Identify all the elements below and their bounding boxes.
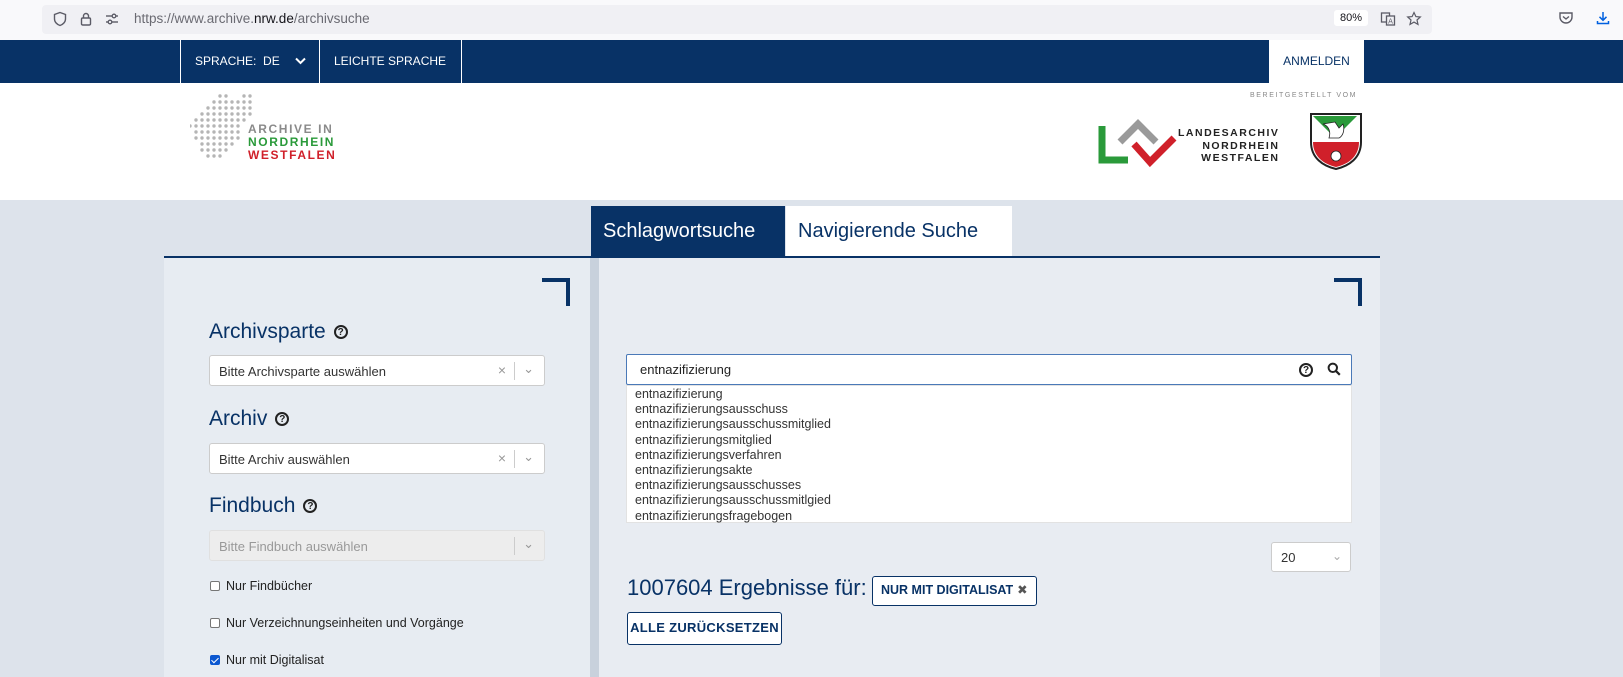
la-text-line1: LANDESARCHIV	[1178, 127, 1280, 139]
help-icon[interactable]: ?	[303, 499, 318, 514]
select-separator	[514, 537, 515, 555]
suggestion-item[interactable]: entnazifizierungsausschussmitlgied	[635, 493, 1351, 508]
select-separator	[514, 362, 515, 380]
tab-keyword-search[interactable]: Schlagwortsuche	[591, 206, 785, 257]
search-input[interactable]: entnazifizierung ?	[626, 354, 1352, 385]
checkbox-label: Nur mit Digitalisat	[226, 653, 324, 667]
archivsparte-placeholder: Bitte Archivsparte auswählen	[219, 364, 386, 379]
reset-all-button[interactable]: ALLE ZURÜCKSETZEN	[627, 612, 782, 645]
page-size-select[interactable]: 20 ⌄	[1271, 542, 1351, 572]
la-text-line3: WESTFALEN	[1201, 152, 1280, 164]
tab-navigating-search[interactable]: Navigierende Suche	[786, 206, 1012, 257]
remove-filter-icon[interactable]: ✖	[1017, 583, 1027, 597]
findbuch-heading: Findbuch?	[209, 494, 318, 518]
suggestion-item[interactable]: entnazifizierungsmitglied	[635, 433, 1351, 448]
suggestion-item[interactable]: entnazifizierungsausschussmitglied	[635, 417, 1351, 432]
lav-mark-graphic	[1098, 119, 1177, 168]
search-value: entnazifizierung	[640, 362, 732, 377]
suggestion-item[interactable]: entnazifizierungsakte	[635, 463, 1351, 478]
suggestion-item[interactable]: entnazifizierung	[635, 387, 1351, 402]
la-text-line2: NORDRHEIN	[1202, 139, 1280, 152]
shield-icon[interactable]	[52, 11, 68, 27]
checkbox-only-findbuecher[interactable]: Nur Findbücher	[210, 579, 312, 593]
provided-by-label: BEREITGESTELLT VOM	[1250, 92, 1358, 99]
language-value: DE	[263, 54, 280, 68]
easy-language-link[interactable]: LEICHTE SPRACHE	[319, 40, 462, 83]
checkbox-only-digitalisat[interactable]: Nur mit Digitalisat	[210, 653, 324, 667]
nrw-coat-of-arms-icon	[1310, 113, 1362, 170]
checkbox-label: Nur Findbücher	[226, 579, 313, 593]
clear-icon[interactable]: ×	[498, 450, 506, 466]
checkbox-only-verzeichnungseinheiten[interactable]: Nur Verzeichnungseinheiten und Vorgänge	[210, 616, 464, 630]
checkbox[interactable]	[210, 581, 220, 591]
svg-text:A: A	[1388, 18, 1393, 26]
archivsparte-heading: Archivsparte?	[209, 320, 348, 344]
suggestion-item[interactable]: entnazifizierungsausschusses	[635, 478, 1351, 493]
chevron-down-icon[interactable]: ⌄	[1332, 549, 1342, 563]
chevron-down-icon[interactable]: ⌄	[523, 449, 534, 465]
translate-icon[interactable]: A	[1380, 11, 1396, 27]
checkbox-label: Nur Verzeichnungseinheiten und Vorgänge	[226, 616, 464, 630]
autocomplete-dropdown: entnazifizierung entnazifizierungsausschu…	[626, 385, 1352, 523]
archivsparte-label: Archivsparte	[209, 320, 326, 343]
select-separator	[514, 450, 515, 468]
zoom-level-badge[interactable]: 80%	[1333, 10, 1368, 26]
checkbox-checked[interactable]	[210, 655, 220, 665]
bookmark-star-icon[interactable]	[1406, 11, 1422, 27]
logo-text-line3: WESTFALEN	[248, 148, 337, 162]
browser-toolbar: https://www.archive.nrw.de/archivsuche 8…	[0, 0, 1623, 40]
address-bar[interactable]: https://www.archive.nrw.de/archivsuche 8…	[42, 5, 1432, 34]
active-filter-label: NUR MIT DIGITALISAT	[881, 583, 1014, 597]
archiv-placeholder: Bitte Archiv auswählen	[219, 452, 350, 467]
findbuch-select: Bitte Findbuch auswählen ⌄	[209, 530, 545, 561]
findbuch-label: Findbuch	[209, 494, 296, 517]
search-help-icon[interactable]: ?	[1299, 363, 1313, 377]
page-size-value: 20	[1281, 550, 1296, 565]
findbuch-placeholder: Bitte Findbuch auswählen	[219, 539, 368, 554]
suggestion-item[interactable]: entnazifizierungsfragebogen	[635, 509, 1351, 524]
download-icon[interactable]	[1595, 10, 1611, 30]
archivsparte-select[interactable]: Bitte Archivsparte auswählen × ⌄	[209, 355, 545, 386]
help-icon[interactable]: ?	[275, 412, 290, 427]
panel-corner-decoration	[1334, 278, 1362, 306]
checkbox[interactable]	[210, 618, 220, 628]
chevron-down-icon: ⌄	[523, 536, 534, 551]
permissions-icon[interactable]	[104, 11, 120, 27]
login-button[interactable]: ANMELDEN	[1269, 40, 1364, 83]
lock-icon[interactable]	[78, 11, 94, 27]
help-icon[interactable]: ?	[333, 325, 348, 340]
results-count: 1007604 Ergebnisse für:	[627, 575, 867, 600]
archiv-label: Archiv	[209, 407, 268, 430]
top-navigation: SPRACHE: DE LEICHTE SPRACHE	[0, 40, 1623, 83]
pocket-icon[interactable]	[1558, 10, 1574, 30]
site-header: ARCHIVE IN NORDRHEIN WESTFALEN BEREITGES…	[0, 83, 1623, 200]
url-text[interactable]: https://www.archive.nrw.de/archivsuche	[134, 11, 370, 26]
archiv-heading: Archiv?	[209, 407, 290, 431]
clear-icon[interactable]: ×	[498, 362, 506, 378]
chevron-down-icon	[295, 57, 306, 65]
panel-corner-decoration	[542, 278, 570, 306]
archive-nrw-logo[interactable]: ARCHIVE IN NORDRHEIN WESTFALEN	[190, 92, 350, 172]
suggestion-item[interactable]: entnazifizierungsverfahren	[635, 448, 1351, 463]
language-selector[interactable]: SPRACHE: DE	[180, 40, 320, 83]
chevron-down-icon[interactable]: ⌄	[523, 361, 534, 377]
panel-divider[interactable]	[590, 258, 599, 677]
landesarchiv-logo[interactable]: BEREITGESTELLT VOM LANDESARCHIV NORDRHEI…	[1098, 92, 1362, 172]
language-label: SPRACHE:	[195, 54, 257, 68]
archiv-select[interactable]: Bitte Archiv auswählen × ⌄	[209, 443, 545, 474]
search-icon[interactable]	[1327, 362, 1341, 376]
suggestion-item[interactable]: entnazifizierungsausschuss	[635, 402, 1351, 417]
active-filter-chip[interactable]: NUR MIT DIGITALISAT ✖	[872, 576, 1037, 606]
